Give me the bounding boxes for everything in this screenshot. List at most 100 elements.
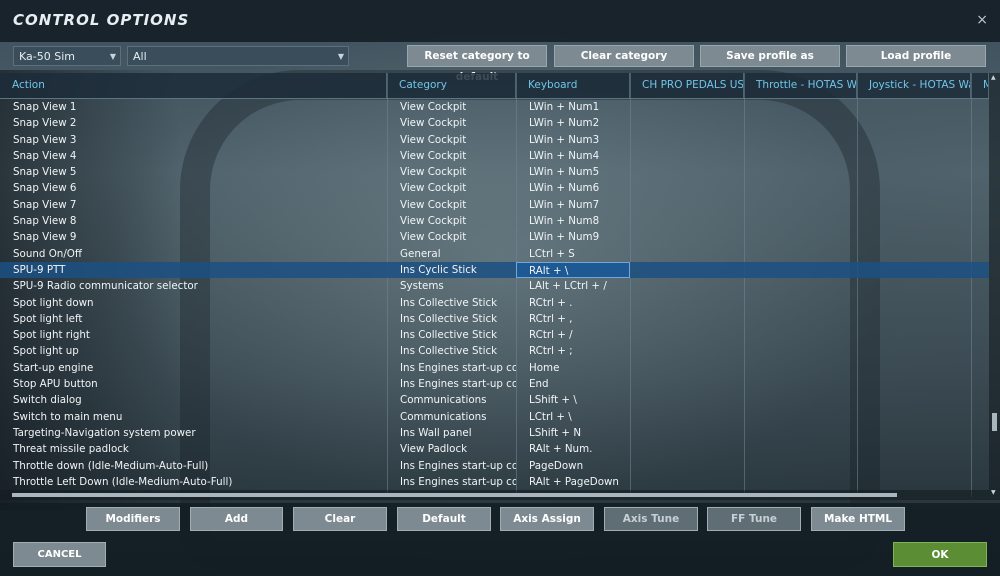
keyboard-cell[interactable]: LWin + Num5: [516, 164, 630, 180]
joystick-cell[interactable]: [857, 278, 971, 294]
table-row[interactable]: Threat missile padlock View Padlock RAlt +…: [0, 441, 989, 457]
keyboard-cell[interactable]: LWin + Num8: [516, 213, 630, 229]
pedals-cell[interactable]: [630, 148, 744, 164]
category-cell[interactable]: Ins Wall panel: [387, 425, 516, 441]
joystick-cell[interactable]: [857, 180, 971, 196]
action-cell[interactable]: Snap View 4: [0, 148, 387, 164]
joystick-cell[interactable]: [857, 360, 971, 376]
add-button[interactable]: Add: [190, 507, 283, 531]
keyboard-cell[interactable]: PageDown: [516, 458, 630, 474]
category-cell[interactable]: General: [387, 246, 516, 262]
keyboard-cell[interactable]: RAlt + Num.: [516, 441, 630, 457]
pedals-cell[interactable]: [630, 311, 744, 327]
pedals-cell[interactable]: [630, 180, 744, 196]
table-row[interactable]: Switch dialog Communications LShift + \: [0, 392, 989, 408]
load-profile-button[interactable]: Load profile: [846, 45, 986, 67]
keyboard-cell[interactable]: LWin + Num3: [516, 132, 630, 148]
action-cell[interactable]: Snap View 5: [0, 164, 387, 180]
throttle-cell[interactable]: [744, 164, 857, 180]
category-cell[interactable]: Ins Engines start-up control: [387, 376, 516, 392]
keyboard-cell[interactable]: LWin + Num6: [516, 180, 630, 196]
category-cell[interactable]: View Cockpit: [387, 99, 516, 115]
keyboard-cell[interactable]: RAlt + PageDown: [516, 474, 630, 490]
throttle-cell[interactable]: [744, 376, 857, 392]
column-header-category[interactable]: Category: [387, 73, 516, 98]
joystick-cell[interactable]: [857, 132, 971, 148]
action-cell[interactable]: Spot light right: [0, 327, 387, 343]
keyboard-cell[interactable]: LAlt + LCtrl + /: [516, 278, 630, 294]
pedals-cell[interactable]: [630, 425, 744, 441]
pedals-cell[interactable]: [630, 164, 744, 180]
action-cell[interactable]: SPU-9 PTT: [0, 262, 387, 278]
joystick-cell[interactable]: [857, 311, 971, 327]
table-row[interactable]: Start-up engineIns Engines start-up cont…: [0, 360, 989, 376]
throttle-cell[interactable]: [744, 148, 857, 164]
action-cell[interactable]: Switch dialog: [0, 392, 387, 408]
pedals-cell[interactable]: [630, 229, 744, 245]
pedals-cell[interactable]: [630, 441, 744, 457]
throttle-cell[interactable]: [744, 197, 857, 213]
table-row[interactable]: Snap View 6 View Cockpit LWin + Num6: [0, 180, 989, 196]
axis-assign-button[interactable]: Axis Assign: [500, 507, 594, 531]
joystick-cell[interactable]: [857, 409, 971, 425]
ff-tune-button[interactable]: FF Tune: [707, 507, 801, 531]
keyboard-cell[interactable]: LWin + Num2: [516, 115, 630, 131]
joystick-cell[interactable]: [857, 392, 971, 408]
pedals-cell[interactable]: [630, 458, 744, 474]
joystick-cell[interactable]: [857, 148, 971, 164]
action-cell[interactable]: Spot light down: [0, 295, 387, 311]
category-cell[interactable]: View Cockpit: [387, 213, 516, 229]
table-row[interactable]: Stop APU buttonIns Engines start-up cont…: [0, 376, 989, 392]
category-cell[interactable]: View Cockpit: [387, 180, 516, 196]
table-row[interactable]: Snap View 2 View Cockpit LWin + Num2: [0, 115, 989, 131]
throttle-cell[interactable]: [744, 343, 857, 359]
scroll-up-icon[interactable]: ▲: [991, 74, 996, 81]
pedals-cell[interactable]: [630, 115, 744, 131]
pedals-cell[interactable]: [630, 376, 744, 392]
horizontal-scrollbar[interactable]: [0, 490, 989, 500]
cancel-button[interactable]: CANCEL: [13, 542, 106, 567]
throttle-cell[interactable]: [744, 132, 857, 148]
table-row[interactable]: Throttle Left Down (Idle-Medium-Auto-Ful…: [0, 474, 989, 490]
pedals-cell[interactable]: [630, 343, 744, 359]
pedals-cell[interactable]: [630, 246, 744, 262]
action-cell[interactable]: Throttle Left Down (Idle-Medium-Auto-Ful…: [0, 474, 387, 490]
throttle-cell[interactable]: [744, 409, 857, 425]
action-cell[interactable]: Snap View 8: [0, 213, 387, 229]
throttle-cell[interactable]: [744, 392, 857, 408]
action-cell[interactable]: Snap View 9: [0, 229, 387, 245]
axis-tune-button[interactable]: Axis Tune: [604, 507, 698, 531]
joystick-cell[interactable]: [857, 115, 971, 131]
category-cell[interactable]: Ins Engines start-up control: [387, 458, 516, 474]
throttle-cell[interactable]: [744, 311, 857, 327]
action-cell[interactable]: Sound On/Off: [0, 246, 387, 262]
throttle-cell[interactable]: [744, 229, 857, 245]
scrollbar-thumb[interactable]: [992, 413, 997, 431]
action-cell[interactable]: Snap View 6: [0, 180, 387, 196]
category-cell[interactable]: View Cockpit: [387, 115, 516, 131]
action-cell[interactable]: Throttle down (Idle-Medium-Auto-Full): [0, 458, 387, 474]
keyboard-cell[interactable]: LWin + Num9: [516, 229, 630, 245]
category-cell[interactable]: Systems: [387, 278, 516, 294]
throttle-cell[interactable]: [744, 458, 857, 474]
joystick-cell[interactable]: [857, 327, 971, 343]
table-row[interactable]: Sound On/Off General LCtrl + S: [0, 246, 989, 262]
save-profile-button[interactable]: Save profile as: [700, 45, 840, 67]
column-header-action[interactable]: Action: [0, 73, 387, 98]
joystick-cell[interactable]: [857, 262, 971, 278]
table-row[interactable]: Spot light up Ins Collective Stick RCtrl +…: [0, 343, 989, 359]
keyboard-cell[interactable]: Home: [516, 360, 630, 376]
joystick-cell[interactable]: [857, 295, 971, 311]
table-row[interactable]: Snap View 1 View Cockpit LWin + Num1: [0, 99, 989, 115]
keyboard-cell[interactable]: LCtrl + S: [516, 246, 630, 262]
joystick-cell[interactable]: [857, 343, 971, 359]
category-cell[interactable]: Communications: [387, 392, 516, 408]
column-header-more[interactable]: M: [971, 73, 989, 98]
throttle-cell[interactable]: [744, 295, 857, 311]
pedals-cell[interactable]: [630, 474, 744, 490]
category-cell[interactable]: View Padlock: [387, 441, 516, 457]
pedals-cell[interactable]: [630, 278, 744, 294]
action-cell[interactable]: Snap View 1: [0, 99, 387, 115]
column-header-pedals[interactable]: CH PRO PEDALS US...: [630, 73, 744, 98]
table-row[interactable]: Snap View 7 View Cockpit LWin + Num7: [0, 197, 989, 213]
